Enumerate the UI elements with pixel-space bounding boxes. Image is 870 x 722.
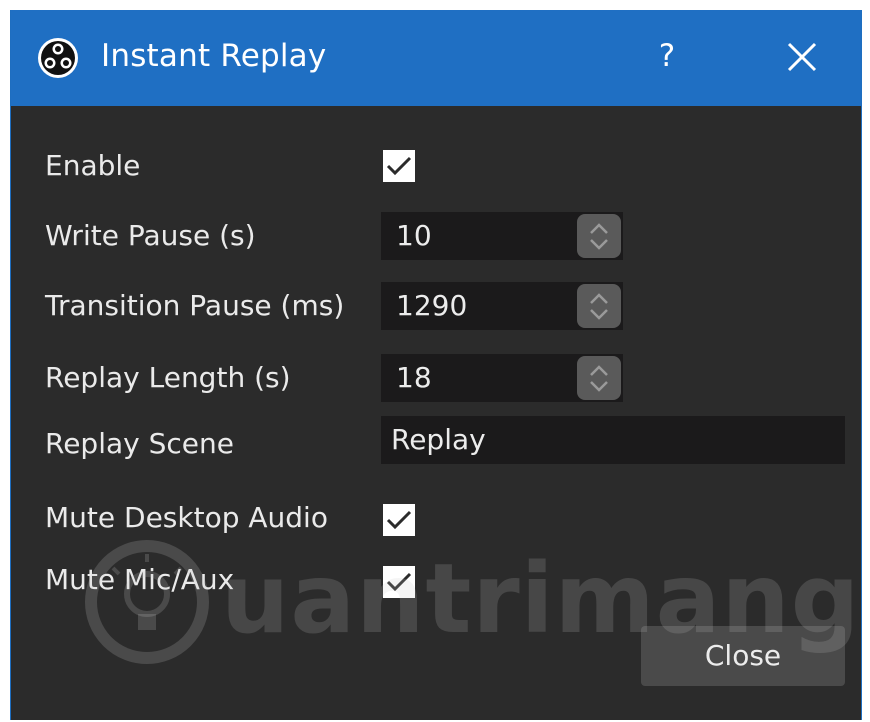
replay-scene-input[interactable]: Replay: [381, 416, 845, 464]
transition-pause-label: Transition Pause (ms): [45, 289, 345, 322]
write-pause-input[interactable]: 10: [381, 212, 575, 260]
dialog-content: Enable Write Pause (s) 10 Transition Pau…: [11, 106, 861, 720]
enable-label: Enable: [45, 149, 141, 182]
write-pause-label: Write Pause (s): [45, 219, 256, 252]
write-pause-stepper[interactable]: [575, 212, 623, 260]
transition-pause-spinbox[interactable]: 1290: [381, 282, 623, 330]
mute-desktop-audio-label: Mute Desktop Audio: [45, 501, 328, 534]
instant-replay-dialog: Instant Replay ? Enable Write Pause (s) …: [10, 10, 862, 720]
mute-desktop-audio-checkbox[interactable]: [383, 504, 415, 536]
up-down-arrows-icon: [590, 293, 608, 320]
transition-pause-input[interactable]: 1290: [381, 282, 575, 330]
close-button[interactable]: Close: [641, 626, 845, 686]
replay-scene-label: Replay Scene: [45, 427, 234, 460]
replay-length-spinbox[interactable]: 18: [381, 354, 623, 402]
up-down-arrows-icon: [590, 365, 608, 392]
up-down-arrows-icon: [590, 223, 608, 250]
replay-length-stepper[interactable]: [575, 354, 623, 402]
mute-mic-aux-checkbox[interactable]: [383, 566, 415, 598]
obs-logo-icon: [38, 38, 78, 78]
transition-pause-stepper[interactable]: [575, 282, 623, 330]
replay-length-label: Replay Length (s): [45, 361, 291, 394]
enable-checkbox[interactable]: [383, 150, 415, 182]
checkmark-icon: [386, 572, 412, 592]
mute-mic-aux-label: Mute Mic/Aux: [45, 563, 235, 596]
write-pause-spinbox[interactable]: 10: [381, 212, 623, 260]
help-button[interactable]: ?: [647, 32, 687, 80]
lightbulb-icon: [85, 540, 209, 664]
title-bar[interactable]: Instant Replay ?: [11, 10, 861, 106]
close-icon[interactable]: [781, 36, 823, 78]
window-title: Instant Replay: [101, 38, 327, 74]
checkmark-icon: [386, 156, 412, 176]
checkmark-icon: [386, 510, 412, 530]
replay-length-input[interactable]: 18: [381, 354, 575, 402]
